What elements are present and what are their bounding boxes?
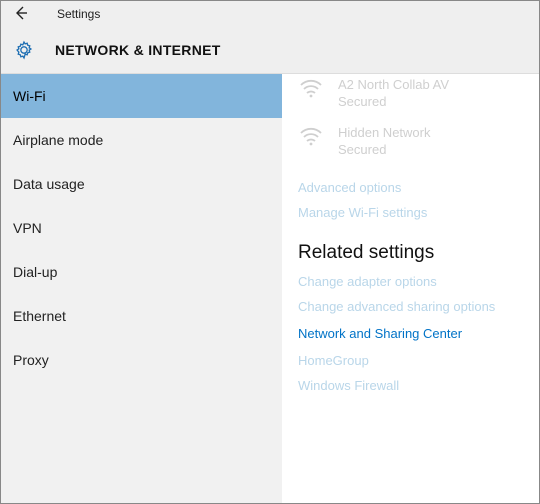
sidebar-item-proxy[interactable]: Proxy [1,338,282,382]
sidebar-item-ethernet[interactable]: Ethernet [1,294,282,338]
sidebar-item-data-usage[interactable]: Data usage [1,162,282,206]
settings-window: Settings NETWORK & INTERNET Wi-Fi Airpla… [0,0,540,504]
related-settings-heading: Related settings [298,242,539,264]
sidebar-item-label: Dial-up [13,264,57,280]
body: Wi-Fi Airplane mode Data usage VPN Dial-… [1,74,539,503]
network-text: Hidden Network Secured [338,124,431,158]
content-pane: A2 North Collab AV Secured Hidden Networ… [282,74,539,503]
titlebar: Settings [1,1,539,27]
sidebar-item-label: Proxy [13,352,49,368]
network-item[interactable]: Hidden Network Secured [298,124,539,170]
wifi-signal-icon [298,76,324,98]
back-button[interactable] [9,2,33,26]
sidebar-item-label: Data usage [13,176,85,192]
section-title: NETWORK & INTERNET [55,42,221,58]
section-row: NETWORK & INTERNET [1,27,539,73]
sidebar-item-wifi[interactable]: Wi-Fi [1,74,282,118]
header: Settings NETWORK & INTERNET [1,1,539,74]
network-name: Hidden Network [338,124,431,141]
gear-icon [13,39,35,61]
link-advanced-options[interactable]: Advanced options [298,180,539,195]
app-title: Settings [57,7,100,21]
sidebar-item-airplane-mode[interactable]: Airplane mode [1,118,282,162]
link-change-adapter-options[interactable]: Change adapter options [298,274,539,289]
sidebar-item-label: VPN [13,220,42,236]
sidebar: Wi-Fi Airplane mode Data usage VPN Dial-… [1,74,282,503]
sidebar-item-label: Airplane mode [13,132,103,148]
sidebar-item-vpn[interactable]: VPN [1,206,282,250]
network-status: Secured [338,141,431,158]
wifi-signal-icon [298,124,324,146]
back-arrow-icon [13,5,29,24]
link-change-advanced-sharing[interactable]: Change advanced sharing options [298,299,539,314]
sidebar-item-dial-up[interactable]: Dial-up [1,250,282,294]
link-homegroup[interactable]: HomeGroup [298,353,539,368]
network-name: A2 North Collab AV [338,76,449,93]
link-network-sharing-center[interactable]: Network and Sharing Center [298,326,539,341]
network-item[interactable]: A2 North Collab AV Secured [298,76,539,122]
link-windows-firewall[interactable]: Windows Firewall [298,378,539,393]
sidebar-item-label: Wi-Fi [13,88,46,104]
network-status: Secured [338,93,449,110]
link-manage-wifi-settings[interactable]: Manage Wi-Fi settings [298,205,539,220]
sidebar-item-label: Ethernet [13,308,66,324]
network-text: A2 North Collab AV Secured [338,76,449,110]
